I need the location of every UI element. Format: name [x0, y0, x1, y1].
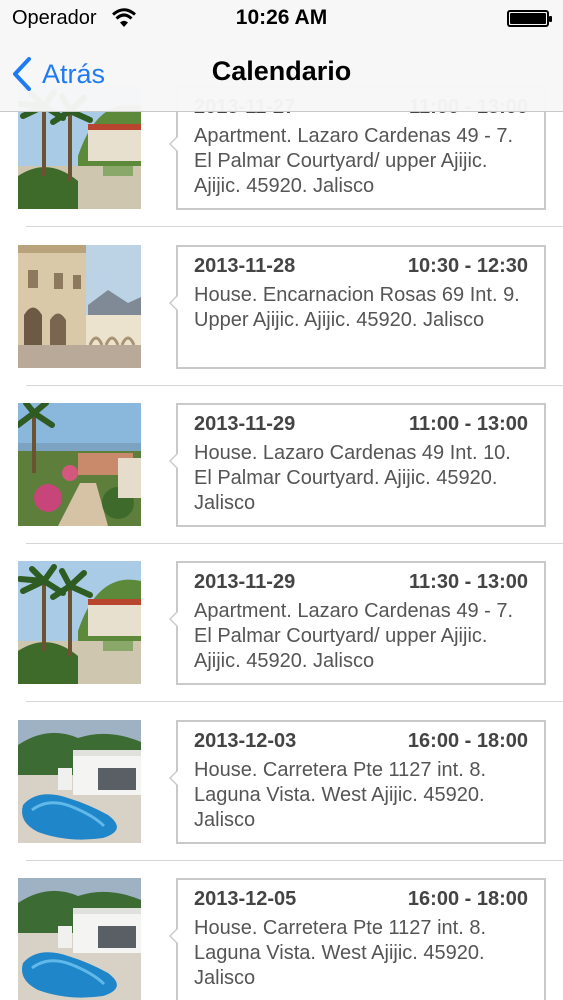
card-pointer	[169, 295, 178, 311]
appointment-address: Apartment. Lazaro Cardenas 49 - 7. El Pa…	[194, 600, 514, 672]
row-separator	[26, 701, 563, 702]
appointment-address: House. Lazaro Cardenas 49 Int. 10. El Pa…	[194, 442, 511, 514]
appointment-row[interactable]: 2013-11-28 10:30 - 12:30 House. Encarnac…	[0, 245, 563, 403]
appointment-date: 2013-11-28	[194, 255, 296, 277]
appointment-row[interactable]: 2013-11-29 11:00 - 13:00 House. Lazaro C…	[0, 403, 563, 561]
property-photo	[18, 878, 141, 1000]
property-photo	[18, 561, 141, 684]
appointment-time: 11:00 - 13:00	[409, 413, 528, 435]
appointment-card[interactable]: 2013-12-05 16:00 - 18:00 House. Carreter…	[169, 878, 546, 1000]
appointment-card[interactable]: 2013-11-29 11:30 - 13:00 Apartment. Laza…	[169, 561, 546, 685]
property-photo	[18, 403, 141, 526]
property-photo	[18, 245, 141, 368]
appointments-list[interactable]: 2013-11-27 11:00 - 13:00 Apartment. Laza…	[0, 0, 563, 1000]
property-photo	[18, 720, 141, 843]
card-pointer	[169, 611, 178, 627]
appointment-address: House. Carretera Pte 1127 int. 8. Laguna…	[194, 759, 487, 831]
appointment-card[interactable]: 2013-11-28 10:30 - 12:30 House. Encarnac…	[169, 245, 546, 369]
status-bar: Operador 10:26 AM	[0, 0, 563, 38]
header: Operador 10:26 AM Atrás Calendario	[0, 0, 563, 112]
appointment-address: House. Encarnacion Rosas 69 Int. 9. Uppe…	[194, 284, 520, 331]
row-separator	[26, 543, 563, 544]
appointment-address: Apartment. Lazaro Cardenas 49 - 7. El Pa…	[194, 125, 514, 197]
appointment-date: 2013-12-05	[194, 888, 297, 910]
appointment-address: House. Carretera Pte 1127 int. 8. Laguna…	[194, 917, 487, 989]
chevron-left-icon	[10, 56, 34, 92]
appointment-time: 16:00 - 18:00	[407, 730, 528, 752]
card-pointer	[169, 453, 178, 469]
row-separator	[26, 226, 563, 227]
appointment-row[interactable]: 2013-11-29 11:30 - 13:00 Apartment. Laza…	[0, 561, 563, 719]
appointment-date: 2013-11-29	[194, 571, 296, 593]
appointment-date: 2013-12-03	[194, 730, 297, 752]
appointment-row[interactable]: 2013-12-05 16:00 - 18:00 House. Carreter…	[0, 878, 563, 1000]
appointment-time: 10:30 - 12:30	[407, 255, 528, 277]
appointment-card[interactable]: 2013-12-03 16:00 - 18:00 House. Carreter…	[169, 720, 546, 844]
row-separator	[26, 860, 563, 861]
appointment-row[interactable]: 2013-12-03 16:00 - 18:00 House. Carreter…	[0, 720, 563, 878]
battery-icon	[507, 10, 552, 27]
appointment-date: 2013-11-29	[194, 413, 296, 435]
card-pointer	[169, 928, 178, 944]
back-button-label: Atrás	[42, 58, 106, 89]
card-pointer	[169, 136, 178, 152]
back-button[interactable]: Atrás	[10, 54, 105, 94]
row-separator	[26, 385, 563, 386]
appointment-time: 11:30 - 13:00	[409, 571, 528, 593]
status-time: 10:26 AM	[235, 6, 328, 29]
appointment-time: 16:00 - 18:00	[407, 888, 528, 910]
card-pointer	[169, 770, 178, 786]
appointment-card[interactable]: 2013-11-29 11:00 - 13:00 House. Lazaro C…	[169, 403, 546, 527]
navigation-bar: Atrás Calendario	[0, 38, 563, 112]
